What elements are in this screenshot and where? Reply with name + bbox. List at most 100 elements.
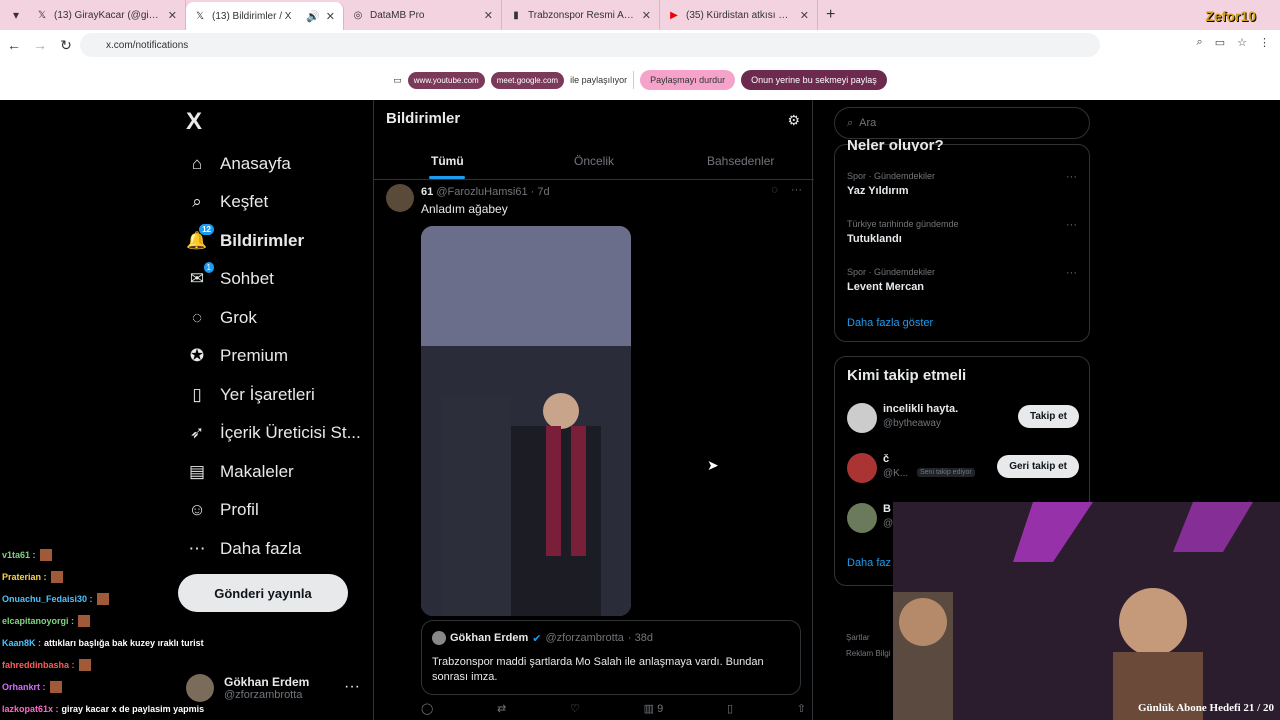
datamb-icon: ◎	[353, 9, 363, 21]
close-icon[interactable]: ✕	[484, 9, 493, 22]
show-more-link[interactable]: Daha faz	[847, 557, 891, 569]
sharing-text: ile paylaşılıyor	[570, 75, 628, 85]
quote-author-handle: @zforzambrotta	[545, 632, 624, 644]
x-logo-icon[interactable]: X	[186, 108, 202, 136]
share-icon[interactable]: ⇧	[797, 702, 806, 715]
x-logo-icon: 𝕏	[195, 10, 205, 22]
more-dots-icon[interactable]: ···	[1066, 219, 1077, 231]
zoom-icon[interactable]: ⌕	[1197, 36, 1203, 49]
close-icon[interactable]: ✕	[168, 9, 177, 22]
browser-tab-3[interactable]: ◎ DataMB Pro ✕	[344, 0, 502, 30]
nav-item-bell[interactable]: 🔔 12 Bildirimler	[186, 223, 304, 259]
browser-tab-5[interactable]: ▶ (35) Kürdistan atkısı gergin! ✕	[660, 0, 818, 30]
more-dots-icon[interactable]: ···	[344, 678, 360, 696]
chat-username: Onuachu_Fedaisi30 :	[2, 594, 93, 604]
grok-icon[interactable]: ◌	[771, 184, 778, 196]
menu-icon[interactable]: ⋮	[1259, 36, 1270, 49]
speaker-icon[interactable]: 🔊	[306, 10, 320, 23]
chat-message: Praterian :	[2, 566, 242, 588]
stream-logo: Zefor10	[1205, 8, 1256, 24]
main-column: Bildirimler ⚙ Tümü Öncelik Bahsedenler 6…	[373, 100, 814, 720]
chat-username: fahreddinbasha :	[2, 660, 75, 670]
nav-item-chat[interactable]: ✉ 1 Sohbet	[186, 261, 274, 297]
close-icon[interactable]: ✕	[326, 10, 335, 23]
stop-sharing-button[interactable]: Paylaşmayı durdur	[640, 70, 736, 90]
avatar[interactable]	[386, 184, 414, 212]
chat-message: lazkopat61x : giray kacar x de paylasim y…	[2, 698, 242, 720]
post-video[interactable]	[421, 226, 631, 616]
post-time: · 7d	[530, 186, 550, 198]
trend-item[interactable]: Spor · Gündemdekiler Yaz Yıldırım	[847, 171, 935, 197]
tab-mentions[interactable]: Bahsedenler	[667, 144, 814, 179]
tab-priority[interactable]: Öncelik	[521, 144, 668, 179]
reply-icon[interactable]: ◯	[421, 702, 433, 715]
cast-icon[interactable]: ▭	[1215, 36, 1225, 49]
gear-icon[interactable]: ⚙	[787, 112, 800, 129]
quoted-post[interactable]: Gökhan Erdem ✔ @zforzambrotta · 38d Trab…	[421, 620, 801, 695]
quote-author-name: Gökhan Erdem	[450, 632, 529, 644]
close-icon[interactable]: ✕	[800, 9, 809, 22]
chat-message: Kaan8K : attıkları başlığa bak kuzey ırak…	[2, 632, 242, 654]
views-button[interactable]: ▥ 9	[644, 702, 664, 715]
trend-item[interactable]: Spor · Gündemdekiler Levent Mercan	[847, 267, 935, 293]
nav-item-grok[interactable]: ◌ Grok	[186, 300, 257, 336]
nav-item-label: Premium	[220, 346, 289, 365]
close-icon[interactable]: ✕	[642, 9, 651, 22]
url-bar[interactable]: x.com/notifications	[80, 33, 1100, 57]
nav-item-label: Makaleler	[220, 462, 294, 481]
browser-tab-2[interactable]: 𝕏 (13) Bildirimler / X 🔊 ✕	[186, 2, 344, 30]
bookmark-icon[interactable]: ▯	[727, 702, 733, 715]
tab-title: (13) Bildirimler / X	[212, 10, 292, 22]
footer-link[interactable]: Reklam Bilgi	[846, 646, 890, 662]
tab-all[interactable]: Tümü	[374, 144, 521, 179]
nav-item-label: Grok	[220, 308, 257, 327]
suggestion-item[interactable]: č @K... Seni takip ediyor Geri takip et	[847, 451, 1079, 487]
chat-message: v1ta61 :	[2, 544, 242, 566]
avatar	[432, 631, 446, 645]
show-more-link[interactable]: Daha fazla göster	[847, 317, 933, 329]
nav-item-bookmark[interactable]: ▯ Yer İşaretleri	[186, 377, 315, 413]
new-tab-icon[interactable]: +	[826, 6, 835, 24]
nav-item-search[interactable]: ⌕ Keşfet	[186, 184, 268, 220]
nav-item-label: İçerik Üreticisi St...	[220, 423, 361, 442]
browser-tab-1[interactable]: 𝕏 (13) GirayKacar (@giraykacar) / ✕	[28, 0, 186, 30]
chat-username: elcapitanoyorgi :	[2, 616, 75, 626]
tab-search-dropdown[interactable]: ▾	[4, 3, 28, 27]
chat-message: elcapitanoyorgi :	[2, 610, 242, 632]
post-author-name[interactable]: 61	[421, 186, 433, 198]
repost-icon[interactable]: ⇄	[497, 702, 506, 715]
back-icon[interactable]: ←	[2, 37, 26, 53]
nav-item-premium[interactable]: ✪ Premium	[186, 338, 288, 374]
trend-item[interactable]: Türkiye tarihinde gündemde Tutuklandı	[847, 219, 959, 245]
nav-item-rocket[interactable]: ➶ İçerik Üreticisi St...	[186, 415, 361, 451]
share-this-tab-button[interactable]: Onun yerine bu sekmeyi paylaş	[741, 70, 887, 90]
nav-item-home[interactable]: ⌂ Anasayfa	[186, 146, 291, 182]
reload-icon[interactable]: ↻	[54, 37, 78, 54]
more-dots-icon[interactable]: ···	[791, 184, 802, 196]
post-text: Anladım ağabey	[421, 202, 508, 216]
subscriber-goal-text: Günlük Abone Hedefi 21 / 20	[1137, 702, 1274, 714]
notification-tabs: Tümü Öncelik Bahsedenler	[374, 144, 814, 180]
footer-link[interactable]: Şartlar	[846, 630, 890, 646]
verified-icon: ✔	[532, 632, 542, 645]
star-icon[interactable]: ☆	[1237, 36, 1247, 49]
quote-text: Trabzonspor maddi şartlarda Mo Salah ile…	[432, 656, 764, 683]
avatar	[847, 403, 877, 433]
search-input[interactable]: ⌕ Ara	[834, 107, 1090, 139]
follow-back-button[interactable]: Geri takip et	[997, 455, 1079, 478]
suggestion-item[interactable]: incelikli hayta. @bytheaway Takip et	[847, 401, 1079, 437]
emote-icon	[49, 681, 62, 693]
post-author-handle[interactable]: @FarozluHamsi61	[436, 186, 527, 198]
follow-button[interactable]: Takip et	[1017, 405, 1079, 428]
like-icon[interactable]: ♡	[570, 702, 580, 715]
avatar	[847, 503, 877, 533]
nav-item-profile[interactable]: ☺ Profil	[186, 492, 259, 528]
nav-item-article[interactable]: ▤ Makaleler	[186, 454, 294, 490]
browser-tab-4[interactable]: ▮ Trabzonspor Resmi Alışveriş Sit ✕	[502, 0, 660, 30]
more-dots-icon[interactable]: ···	[1066, 267, 1077, 279]
forward-icon[interactable]: →	[28, 37, 52, 53]
nav-item-label: Profil	[220, 500, 259, 519]
emote-icon	[78, 659, 91, 671]
more-dots-icon[interactable]: ···	[1066, 171, 1077, 183]
nav-item-label: Yer İşaretleri	[220, 385, 315, 404]
